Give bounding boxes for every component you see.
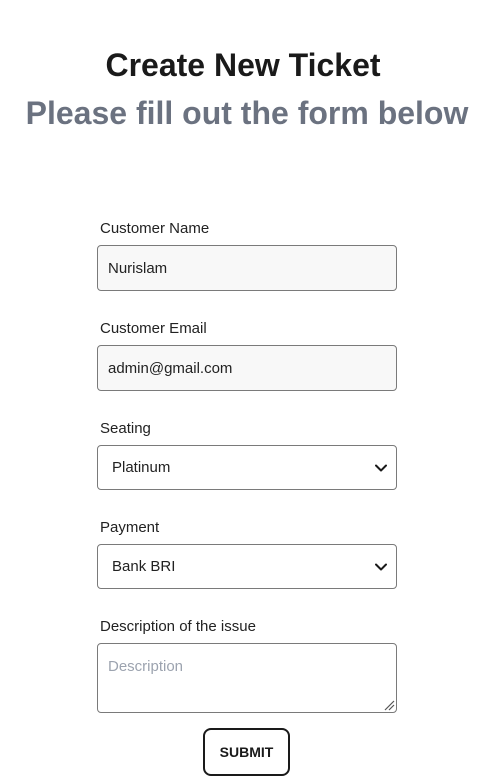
- page-subtitle: Please fill out the form below: [25, 95, 469, 131]
- customer-email-input[interactable]: [97, 345, 397, 391]
- payment-label: Payment: [100, 519, 160, 536]
- resize-handle-icon[interactable]: [381, 697, 395, 711]
- page-title: Create New Ticket: [105, 47, 381, 83]
- seating-selected-value: Platinum: [112, 459, 171, 476]
- submit-button[interactable]: SUBMIT: [203, 728, 290, 776]
- payment-selected-value: Bank BRI: [112, 558, 176, 575]
- description-label: Description of the issue: [100, 618, 256, 635]
- customer-email-label: Customer Email: [100, 320, 207, 337]
- ticket-form-page: Create New Ticket Please fill out the fo…: [0, 0, 486, 778]
- customer-name-input[interactable]: [97, 245, 397, 291]
- seating-label: Seating: [100, 420, 151, 437]
- seating-select[interactable]: Platinum: [97, 445, 397, 490]
- customer-name-label: Customer Name: [100, 220, 210, 237]
- description-textarea[interactable]: [97, 643, 397, 713]
- chevron-down-icon: [374, 560, 388, 574]
- payment-select[interactable]: Bank BRI: [97, 544, 397, 589]
- chevron-down-icon: [374, 461, 388, 475]
